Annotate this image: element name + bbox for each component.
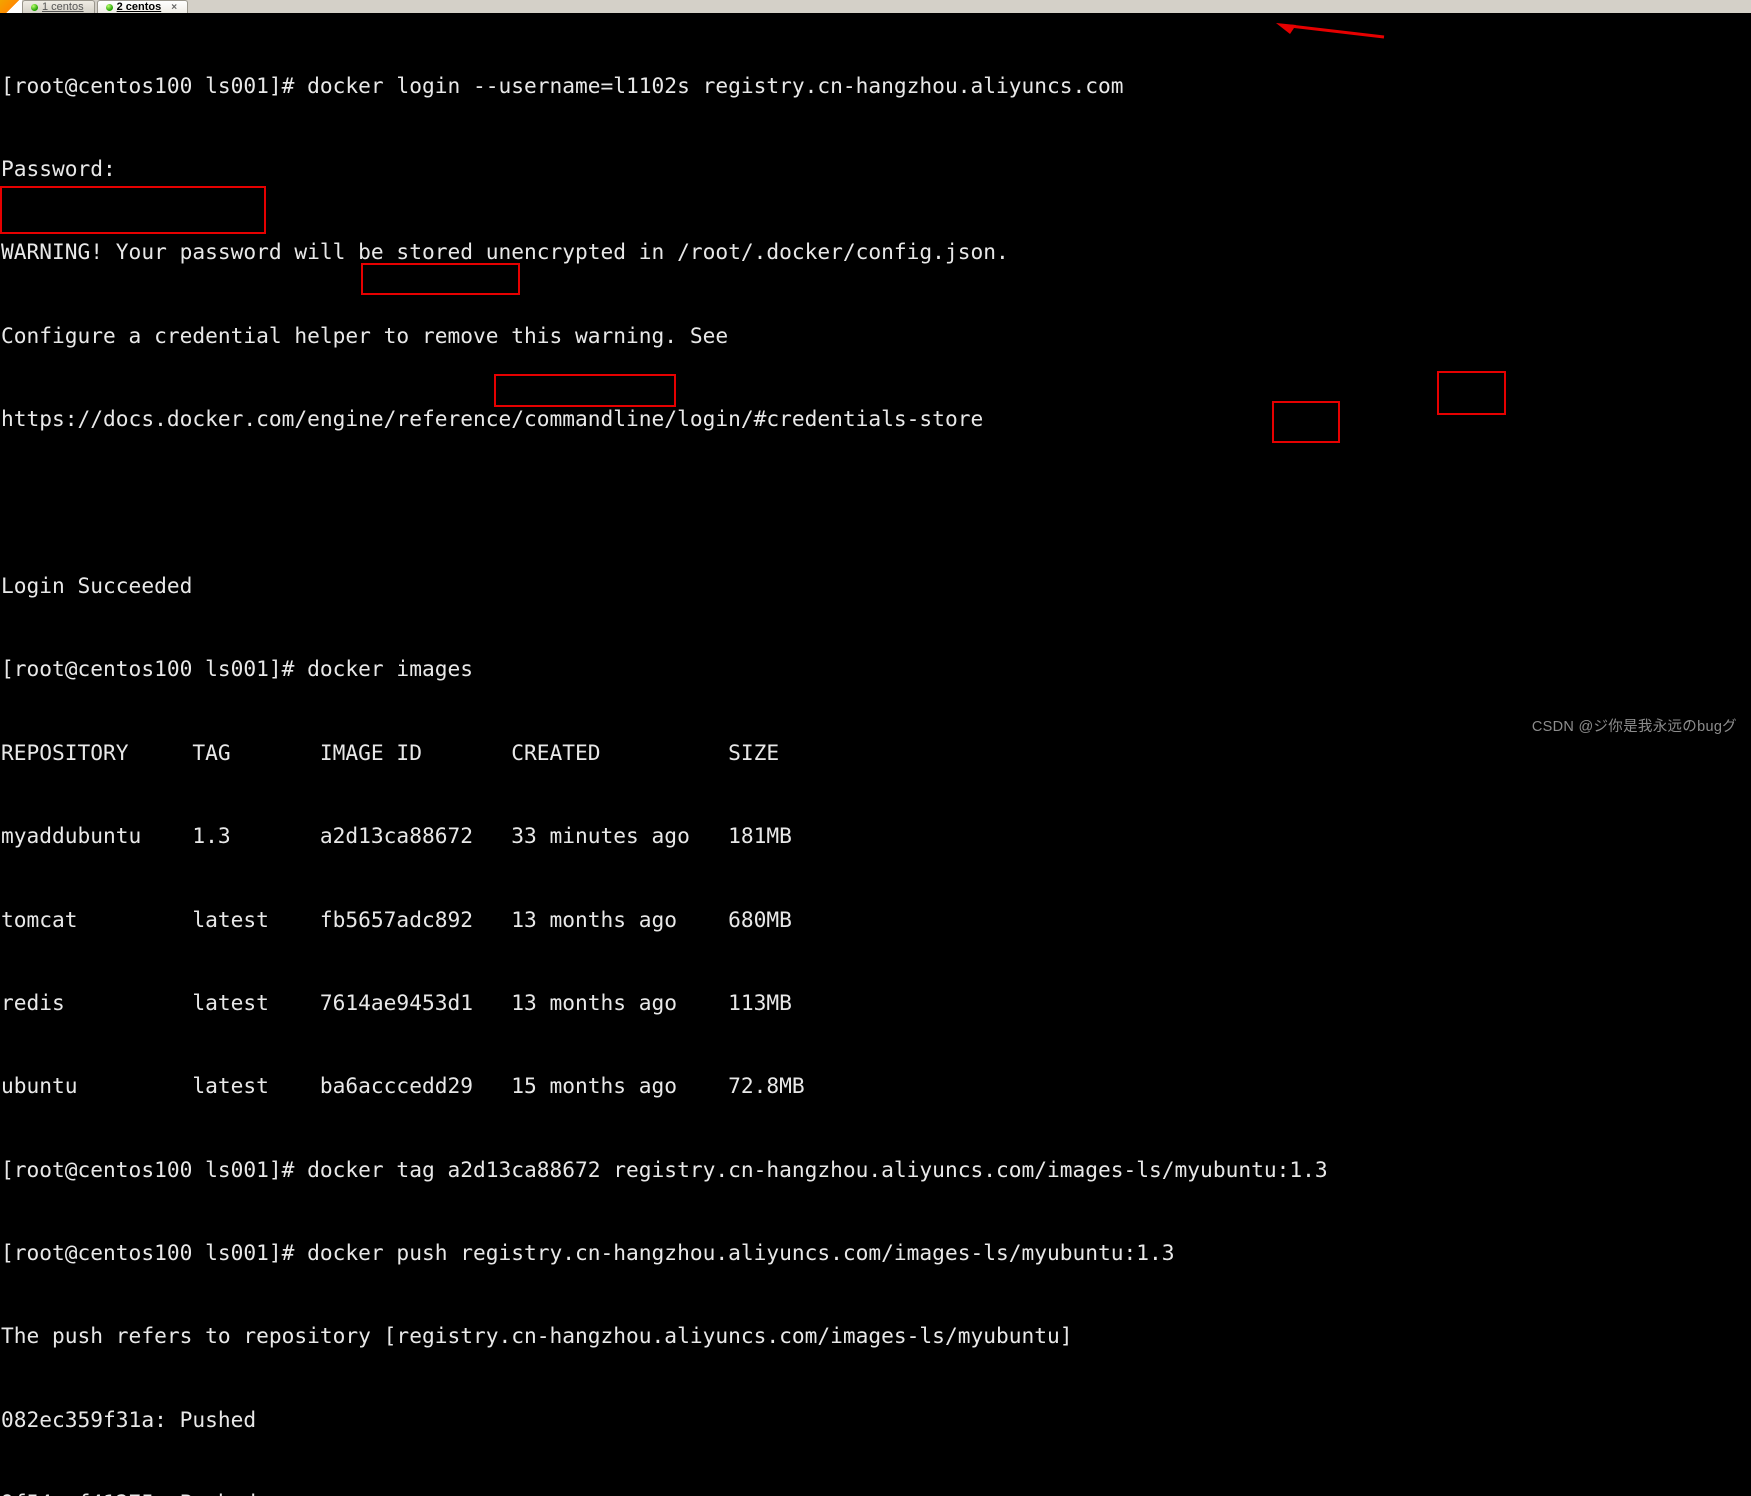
terminal-line-docker-push: [root@centos100 ls001]# docker push regi…	[1, 1240, 1175, 1266]
terminal-line: The push refers to repository [registry.…	[1, 1323, 1073, 1349]
images-table-header: REPOSITORY TAG IMAGE ID CREATED SIZE	[1, 739, 780, 765]
terminal-tab-bar: 1 centos 2 centos ×	[0, 0, 1751, 14]
tab-close-icon[interactable]: ×	[171, 2, 177, 13]
images-table-row: ubuntu latest ba6acccedd29 15 months ago…	[1, 1073, 805, 1099]
terminal-line: 9f54eef41275: Pushed	[1, 1489, 1751, 1496]
images-table-row: tomcat latest fb5657adc892 13 months ago…	[1, 906, 792, 932]
terminal-line: WARNING! Your password will be stored un…	[1, 239, 1009, 265]
terminal-line-docker-tag: [root@centos100 ls001]# docker tag a2d13…	[1, 1156, 1328, 1182]
terminal-line-login-succeeded: Login Succeeded	[1, 572, 193, 598]
terminal-line: Configure a credential helper to remove …	[1, 322, 729, 348]
images-table-row: myaddubuntu 1.3 a2d13ca88672 33 minutes …	[1, 823, 792, 849]
terminal-line: [root@centos100 ls001]# docker login --u…	[1, 72, 1124, 98]
tab-1-label: 1 centos	[42, 1, 84, 13]
terminal-line: [root@centos100 ls001]# docker images	[1, 656, 473, 682]
terminal-line: 082ec359f31a: Pushed	[1, 1406, 257, 1432]
tab-2-label: 2 centos	[116, 1, 162, 13]
terminal-line: Password:	[1, 155, 116, 181]
tab-2-centos[interactable]: 2 centos ×	[96, 0, 189, 13]
watermark-text: CSDN @ジ你是我永远のbugグ	[1531, 719, 1737, 735]
tab-status-dot-icon	[31, 3, 38, 11]
app-logo-icon	[0, 0, 22, 13]
images-table-row: redis latest 7614ae9453d1 13 months ago …	[1, 989, 792, 1015]
terminal-line: https://docs.docker.com/engine/reference…	[1, 406, 984, 432]
tab-1-centos[interactable]: 1 centos	[22, 0, 95, 13]
tab-status-dot-icon	[105, 3, 113, 11]
terminal-output[interactable]: [root@centos100 ls001]# docker login --u…	[0, 13, 1751, 1496]
